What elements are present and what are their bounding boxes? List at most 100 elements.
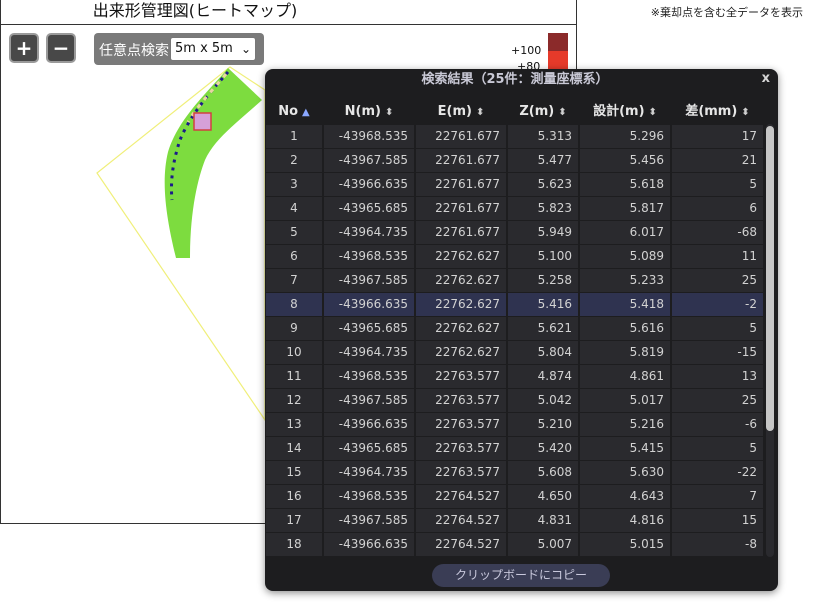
table-cell: 5.007 bbox=[508, 533, 578, 556]
table-cell: 4 bbox=[266, 197, 322, 220]
table-cell: 12 bbox=[266, 389, 322, 412]
table-cell: 17 bbox=[266, 509, 322, 532]
table-cell: 2 bbox=[266, 149, 322, 172]
table-cell: -43968.535 bbox=[324, 485, 414, 508]
header-design[interactable]: 設計(m) ⬍ bbox=[580, 99, 670, 124]
page-title: 出来形管理図(ヒートマップ) bbox=[92, 1, 298, 20]
table-cell: 5.477 bbox=[508, 149, 578, 172]
table-cell: 4.816 bbox=[580, 509, 670, 532]
legend-swatch-red bbox=[548, 51, 568, 69]
sort-icon: ⬍ bbox=[648, 107, 657, 118]
table-cell: 13 bbox=[266, 413, 322, 436]
header-e[interactable]: E(m) ⬍ bbox=[416, 99, 506, 124]
table-cell: 5.420 bbox=[508, 437, 578, 460]
table-cell: 5.823 bbox=[508, 197, 578, 220]
table-cell: 5.210 bbox=[508, 413, 578, 436]
table-cell: -43964.735 bbox=[324, 221, 414, 244]
table-cell: 15 bbox=[266, 461, 322, 484]
table-cell: 5.621 bbox=[508, 317, 578, 340]
table-cell: 22761.677 bbox=[416, 173, 506, 196]
table-cell: 5 bbox=[672, 317, 763, 340]
table-cell: 5 bbox=[672, 173, 763, 196]
table-cell: 22762.627 bbox=[416, 341, 506, 364]
table-cell: 22762.627 bbox=[416, 269, 506, 292]
table-cell: 22762.627 bbox=[416, 317, 506, 340]
table-cell: 5.804 bbox=[508, 341, 578, 364]
table-cell: -68 bbox=[672, 221, 763, 244]
table-cell: 13 bbox=[672, 365, 763, 388]
copy-to-clipboard-button[interactable]: クリップボードにコピー bbox=[432, 564, 610, 587]
title-divider bbox=[0, 24, 577, 25]
heatmap-map[interactable] bbox=[0, 60, 265, 524]
table-cell: -43964.735 bbox=[324, 341, 414, 364]
table-cell: 18 bbox=[266, 533, 322, 556]
table-cell: 5 bbox=[672, 437, 763, 460]
table-cell: 5.817 bbox=[580, 197, 670, 220]
table-cell: 22764.527 bbox=[416, 509, 506, 532]
table-cell: 17 bbox=[672, 125, 763, 148]
table-cell: 8 bbox=[266, 293, 322, 316]
table-cell: 5.216 bbox=[580, 413, 670, 436]
header-z[interactable]: Z(m) ⬍ bbox=[508, 99, 578, 124]
search-marker bbox=[193, 112, 212, 131]
grid-size-select[interactable]: 5m x 5m ⌄ bbox=[170, 37, 256, 61]
sort-asc-icon: ▲ bbox=[302, 107, 310, 118]
header-diff[interactable]: 差(mm) ⬍ bbox=[672, 99, 763, 124]
close-button[interactable]: x bbox=[762, 71, 770, 86]
table-cell: 22763.577 bbox=[416, 437, 506, 460]
table-cell: 22761.677 bbox=[416, 197, 506, 220]
table-cell: 5.258 bbox=[508, 269, 578, 292]
table-cell: 22763.577 bbox=[416, 413, 506, 436]
table-cell: 9 bbox=[266, 317, 322, 340]
table-cell: 5.623 bbox=[508, 173, 578, 196]
header-n[interactable]: N(m) ⬍ bbox=[324, 99, 414, 124]
table-cell: 6.017 bbox=[580, 221, 670, 244]
table-cell: 5.100 bbox=[508, 245, 578, 268]
table-cell: -43966.635 bbox=[324, 173, 414, 196]
table-cell: -43967.585 bbox=[324, 269, 414, 292]
table-cell: 25 bbox=[672, 269, 763, 292]
table-cell: 22762.627 bbox=[416, 245, 506, 268]
table-cell: 5 bbox=[266, 221, 322, 244]
table-cell: 14 bbox=[266, 437, 322, 460]
table-cell: -2 bbox=[672, 293, 763, 316]
table-cell: -15 bbox=[672, 341, 763, 364]
table-cell: -43966.635 bbox=[324, 413, 414, 436]
header-no[interactable]: No ▲ bbox=[266, 99, 322, 124]
table-cell: 4.831 bbox=[508, 509, 578, 532]
title-note: ※棄却点を含む全データを表示 bbox=[650, 6, 803, 19]
table-cell: 22763.577 bbox=[416, 365, 506, 388]
table-cell: 22762.627 bbox=[416, 293, 506, 316]
table-scrollbar[interactable] bbox=[766, 124, 774, 557]
table-cell: 5.630 bbox=[580, 461, 670, 484]
table-cell: 5.819 bbox=[580, 341, 670, 364]
table-cell: -43965.685 bbox=[324, 437, 414, 460]
table-cell: 5.015 bbox=[580, 533, 670, 556]
table-cell: 25 bbox=[672, 389, 763, 412]
zoom-in-button[interactable]: + bbox=[9, 33, 39, 63]
dialog-title: 検索結果（25件：測量座標系） bbox=[421, 72, 609, 87]
table-cell: 5.233 bbox=[580, 269, 670, 292]
table-cell: -6 bbox=[672, 413, 763, 436]
scrollbar-thumb[interactable] bbox=[766, 126, 774, 431]
zoom-out-button[interactable]: − bbox=[46, 33, 76, 63]
table-cell: 5.618 bbox=[580, 173, 670, 196]
table-cell: 22761.677 bbox=[416, 149, 506, 172]
table-cell: 11 bbox=[266, 365, 322, 388]
table-cell: 5.616 bbox=[580, 317, 670, 340]
table-cell: 22761.677 bbox=[416, 125, 506, 148]
table-cell: 4.643 bbox=[580, 485, 670, 508]
table-cell: 5.418 bbox=[580, 293, 670, 316]
table-cell: 7 bbox=[266, 269, 322, 292]
table-cell: 22763.577 bbox=[416, 461, 506, 484]
sort-icon: ⬍ bbox=[475, 107, 485, 118]
table-cell: 16 bbox=[266, 485, 322, 508]
table-cell: 22764.527 bbox=[416, 485, 506, 508]
legend-label-top: +100 bbox=[511, 44, 542, 57]
table-cell: 22761.677 bbox=[416, 221, 506, 244]
table-cell: 5.456 bbox=[580, 149, 670, 172]
table-cell: -43968.535 bbox=[324, 125, 414, 148]
table-cell: 5.042 bbox=[508, 389, 578, 412]
table-cell: 3 bbox=[266, 173, 322, 196]
table-cell: -43968.535 bbox=[324, 365, 414, 388]
